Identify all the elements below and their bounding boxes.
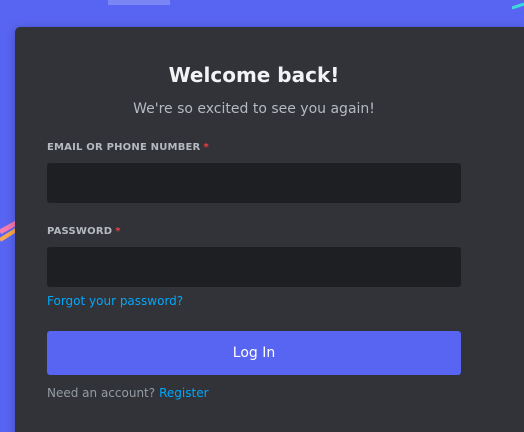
email-label: EMAIL OR PHONE NUMBER * <box>47 141 209 155</box>
page-subtitle: We're so excited to see you again! <box>133 101 375 117</box>
password-label: PASSWORD * <box>47 225 121 239</box>
login-button[interactable]: Log In <box>47 331 461 375</box>
page-title: Welcome back! <box>168 63 340 87</box>
email-field[interactable] <box>47 163 461 203</box>
password-label-text: PASSWORD <box>47 226 113 237</box>
need-account-text: Need an account? <box>47 386 156 400</box>
required-asterisk: * <box>115 226 121 237</box>
password-field[interactable] <box>47 247 461 287</box>
register-row: Need an account? Register <box>47 385 209 401</box>
forgot-password-link[interactable]: Forgot your password? <box>47 293 183 309</box>
required-asterisk: * <box>203 142 209 153</box>
register-link[interactable]: Register <box>159 386 208 400</box>
email-label-text: EMAIL OR PHONE NUMBER <box>47 142 201 153</box>
background-decoration <box>108 0 170 5</box>
background-corner-decoration <box>512 2 524 10</box>
login-card: Welcome back! We're so excited to see yo… <box>15 27 524 432</box>
